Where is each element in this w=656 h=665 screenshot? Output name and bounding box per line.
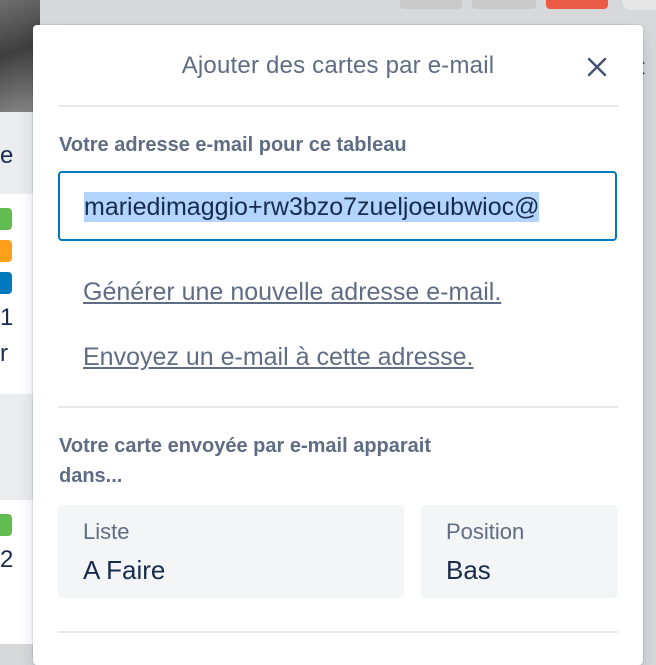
list-select[interactable]: Liste A Faire [58,505,404,598]
divider [58,406,618,408]
position-select-value: Bas [446,555,491,585]
email-address-value[interactable]: mariedimaggio+rw3bzo7zueljoeubwioc@ [84,192,540,222]
card-label [0,240,12,262]
card-title-fragment: 2 [0,546,14,573]
list-title-fragment: e [0,142,14,169]
destination-label-line2: dans... [59,465,123,487]
email-this-address-link[interactable]: Envoyez un e-mail à cette adresse. [83,343,473,372]
avatar[interactable] [622,0,656,10]
header-button[interactable] [472,0,536,9]
email-address-field[interactable]: mariedimaggio+rw3bzo7zueljoeubwioc@ [58,171,617,241]
card-title-fragment: 1 [0,304,14,331]
card-label [0,208,12,230]
position-select-label: Position [446,519,525,544]
generate-new-email-link[interactable]: Générer une nouvelle adresse e-mail. [83,278,501,307]
header-button[interactable] [400,0,462,9]
popover-title: Ajouter des cartes par e-mail [181,52,495,79]
card-label [0,272,12,294]
card-label [0,514,12,536]
divider [58,631,618,633]
divider [58,105,618,107]
destination-section-label: Votre carte envoyée par e-mail apparait … [59,431,431,491]
header-button-red[interactable] [546,0,608,9]
email-section-label: Votre adresse e-mail pour ce tableau [59,134,407,156]
destination-label-line1: Votre carte envoyée par e-mail apparait [59,435,432,457]
list-select-value: A Faire [83,555,166,585]
list-select-label: Liste [83,519,130,544]
add-cards-by-email-popover: Ajouter des cartes par e-mail Votre adre… [33,25,643,665]
close-icon[interactable] [581,51,613,83]
card-title-fragment: r [0,340,8,367]
popover-header: Ajouter des cartes par e-mail [33,25,643,105]
position-select[interactable]: Position Bas [421,505,618,598]
